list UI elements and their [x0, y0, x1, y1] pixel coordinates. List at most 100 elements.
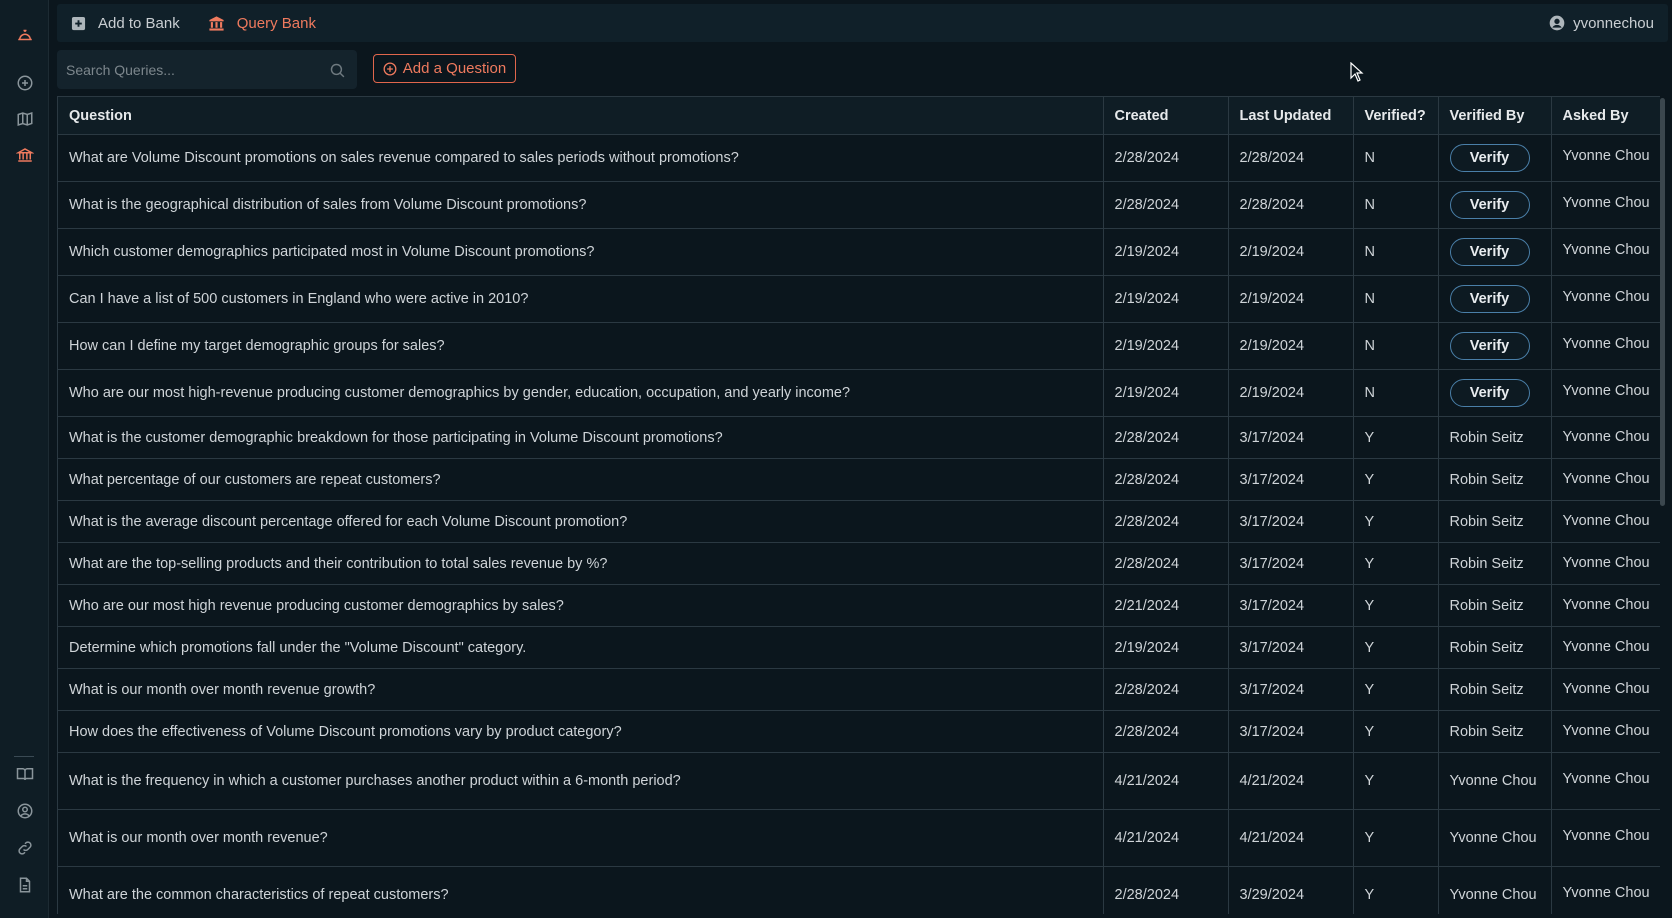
cell-asked-by: Yvonne Chou — [1551, 584, 1662, 627]
cell-verified-by: Verify — [1438, 369, 1552, 417]
table-row[interactable]: What percentage of our customers are rep… — [58, 458, 1662, 501]
table-body: What are Volume Discount promotions on s… — [58, 134, 1662, 914]
table-row[interactable]: Which customer demographics participated… — [58, 228, 1662, 276]
cell-question: What are the common characteristics of r… — [58, 866, 1104, 914]
cell-question: What are the top-selling products and th… — [58, 542, 1104, 585]
cell-asked-by: Yvonne Chou — [1551, 710, 1662, 753]
add-question-button[interactable]: Add a Question — [373, 54, 516, 83]
logo-icon[interactable] — [14, 24, 36, 46]
table-row[interactable]: Can I have a list of 500 customers in En… — [58, 275, 1662, 323]
header-verified[interactable]: Verified? — [1353, 96, 1439, 135]
document-icon[interactable] — [14, 874, 36, 896]
table-row[interactable]: What is our month over month revenue gro… — [58, 668, 1662, 711]
cell-created: 2/28/2024 — [1103, 416, 1229, 459]
cell-last-updated: 3/17/2024 — [1228, 416, 1354, 459]
cell-created: 2/19/2024 — [1103, 228, 1229, 276]
cell-last-updated: 4/21/2024 — [1228, 809, 1354, 867]
table-row[interactable]: What is the frequency in which a custome… — [58, 752, 1662, 810]
scrollbar-thumb[interactable] — [1660, 98, 1665, 506]
sidebar-divider — [14, 756, 34, 757]
bank-icon — [208, 15, 225, 32]
query-bank-tab[interactable]: Query Bank — [194, 4, 330, 42]
cell-last-updated: 2/19/2024 — [1228, 275, 1354, 323]
table-row[interactable]: What are the common characteristics of r… — [58, 866, 1662, 914]
cell-question: How can I define my target demographic g… — [58, 322, 1104, 370]
cell-created: 2/19/2024 — [1103, 275, 1229, 323]
cell-last-updated: 3/17/2024 — [1228, 500, 1354, 543]
cell-verified-by: Robin Seitz — [1438, 668, 1552, 711]
cell-question: What is the frequency in which a custome… — [58, 752, 1104, 810]
cell-last-updated: 3/17/2024 — [1228, 626, 1354, 669]
table-row[interactable]: Determine which promotions fall under th… — [58, 626, 1662, 669]
user-menu[interactable]: yvonnechou — [1549, 15, 1668, 32]
cell-question: What is the geographical distribution of… — [58, 181, 1104, 229]
add-to-bank-tab[interactable]: Add to Bank — [57, 4, 194, 42]
table-row[interactable]: How can I define my target demographic g… — [58, 322, 1662, 370]
cell-verified: Y — [1353, 458, 1439, 501]
table-row[interactable]: What are Volume Discount promotions on s… — [58, 134, 1662, 182]
cell-asked-by: Yvonne Chou — [1551, 369, 1662, 417]
cell-question: Who are our most high-revenue producing … — [58, 369, 1104, 417]
cell-verified: N — [1353, 369, 1439, 417]
cell-created: 4/21/2024 — [1103, 752, 1229, 810]
cell-created: 2/28/2024 — [1103, 500, 1229, 543]
header-asked-by[interactable]: Asked By — [1551, 96, 1662, 135]
cell-asked-by: Yvonne Chou — [1551, 866, 1662, 914]
header-question[interactable]: Question — [58, 96, 1104, 135]
table-row[interactable]: What are the top-selling products and th… — [58, 542, 1662, 585]
cell-verified-by: Verify — [1438, 134, 1552, 182]
cell-verified-by: Robin Seitz — [1438, 416, 1552, 459]
cell-asked-by: Yvonne Chou — [1551, 181, 1662, 229]
cell-created: 2/28/2024 — [1103, 181, 1229, 229]
cell-verified: Y — [1353, 710, 1439, 753]
cell-verified: Y — [1353, 500, 1439, 543]
link-icon[interactable] — [14, 837, 36, 859]
cell-last-updated: 2/19/2024 — [1228, 228, 1354, 276]
plus-square-icon — [71, 16, 86, 31]
table-row[interactable]: What is the customer demographic breakdo… — [58, 416, 1662, 459]
cell-created: 2/28/2024 — [1103, 710, 1229, 753]
map-icon[interactable] — [14, 108, 36, 130]
header-created[interactable]: Created — [1103, 96, 1229, 135]
cell-created: 2/19/2024 — [1103, 369, 1229, 417]
cell-question: What is our month over month revenue? — [58, 809, 1104, 867]
cell-created: 2/19/2024 — [1103, 322, 1229, 370]
book-icon[interactable] — [14, 763, 36, 785]
search-icon[interactable] — [329, 62, 346, 79]
plus-circle-icon[interactable] — [14, 72, 36, 94]
verify-button[interactable]: Verify — [1449, 285, 1530, 313]
cell-verified-by: Yvonne Chou — [1438, 809, 1552, 867]
table-row[interactable]: What is the average discount percentage … — [58, 500, 1662, 543]
table-row[interactable]: How does the effectiveness of Volume Dis… — [58, 710, 1662, 753]
cell-question: What is the average discount percentage … — [58, 500, 1104, 543]
table-row[interactable]: Who are our most high-revenue producing … — [58, 369, 1662, 417]
cell-verified: Y — [1353, 809, 1439, 867]
user-circle-icon[interactable] — [14, 800, 36, 822]
sidebar — [0, 0, 49, 918]
header-last-updated[interactable]: Last Updated — [1228, 96, 1354, 135]
table-row[interactable]: What is our month over month revenue? 4/2… — [58, 809, 1662, 867]
cell-asked-by: Yvonne Chou — [1551, 228, 1662, 276]
bank-icon[interactable] — [14, 144, 36, 166]
search-input[interactable] — [58, 51, 356, 88]
cell-question: Can I have a list of 500 customers in En… — [58, 275, 1104, 323]
cell-verified-by: Robin Seitz — [1438, 542, 1552, 585]
verify-button[interactable]: Verify — [1449, 191, 1530, 219]
verify-button[interactable]: Verify — [1449, 379, 1530, 407]
table-row[interactable]: What is the geographical distribution of… — [58, 181, 1662, 229]
cell-question: Which customer demographics participated… — [58, 228, 1104, 276]
verify-button[interactable]: Verify — [1449, 332, 1530, 360]
cell-created: 2/28/2024 — [1103, 458, 1229, 501]
cell-last-updated: 2/28/2024 — [1228, 134, 1354, 182]
cell-last-updated: 2/19/2024 — [1228, 369, 1354, 417]
cell-question: How does the effectiveness of Volume Dis… — [58, 710, 1104, 753]
cell-last-updated: 3/29/2024 — [1228, 866, 1354, 914]
table-row[interactable]: Who are our most high revenue producing … — [58, 584, 1662, 627]
header-verified-by[interactable]: Verified By — [1438, 96, 1552, 135]
cell-created: 2/28/2024 — [1103, 668, 1229, 711]
verify-button[interactable]: Verify — [1449, 238, 1530, 266]
cell-verified: N — [1353, 134, 1439, 182]
cell-verified-by: Robin Seitz — [1438, 584, 1552, 627]
verify-button[interactable]: Verify — [1449, 144, 1530, 172]
cell-asked-by: Yvonne Chou — [1551, 322, 1662, 370]
